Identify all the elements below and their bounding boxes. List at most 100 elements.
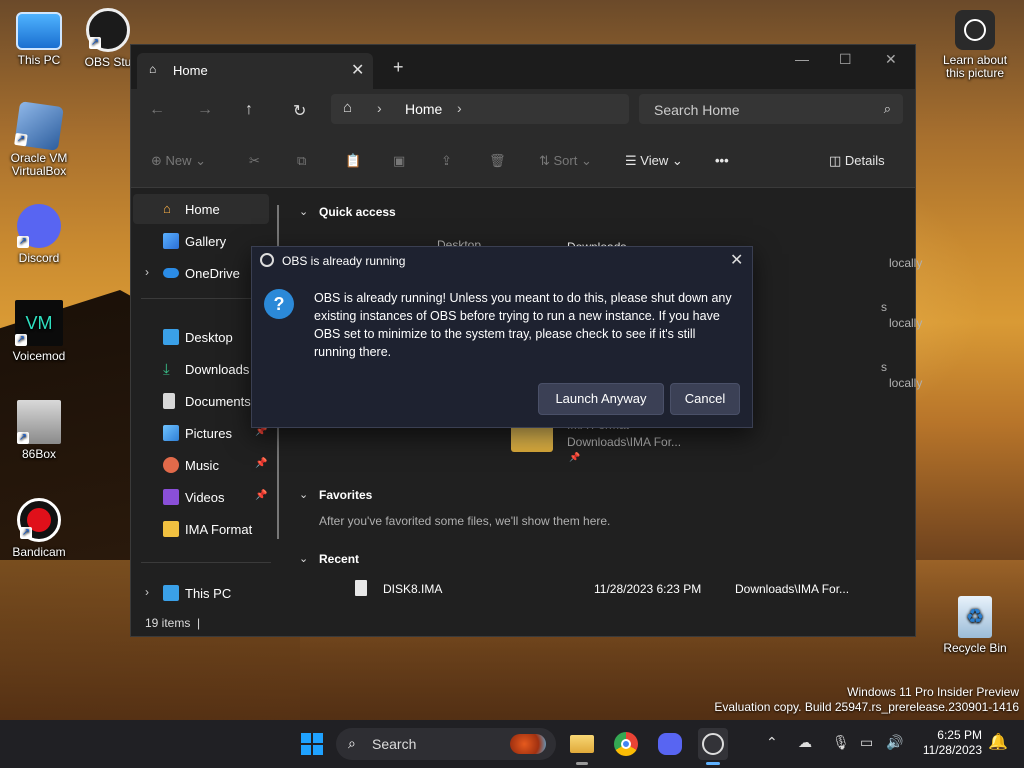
virtualbox-icon: ↗	[14, 101, 64, 151]
rename-icon[interactable]: ▣	[393, 153, 405, 169]
file-explorer-taskbar-icon[interactable]	[568, 730, 596, 765]
more-options-button[interactable]: •••	[715, 153, 729, 168]
obs-taskbar-icon[interactable]	[698, 728, 728, 765]
storage-status: locally	[889, 376, 923, 390]
shortcut-arrow-icon: ↗	[14, 132, 28, 147]
tab-home[interactable]: ⌂ Home ✕	[137, 53, 373, 89]
sidebar-item-music[interactable]: Music 📌	[133, 450, 269, 480]
show-hidden-icons-chevron-up-icon[interactable]: ⌃	[766, 734, 778, 751]
copy-icon[interactable]: ⧉	[297, 153, 306, 169]
start-button[interactable]	[298, 730, 326, 758]
onedrive-cloud-icon	[163, 268, 179, 278]
table-row[interactable]: DISK8.IMA 11/28/2023 6:23 PM Downloads\I…	[347, 578, 907, 604]
sidebar-item-pictures[interactable]: Pictures 📌	[133, 418, 269, 448]
up-icon[interactable]: ↑	[245, 101, 253, 119]
sort-button[interactable]: ⇅ Sort ⌄	[539, 153, 592, 169]
download-arrow-icon: ⤓	[163, 361, 170, 378]
pin-icon: 📌	[255, 490, 268, 501]
pictures-icon	[163, 425, 179, 441]
section-favorites[interactable]: ⌄ Favorites	[299, 488, 372, 502]
address-bar: ← → ↑ ↻ ⌂ › Home › Search Home ⌕	[131, 89, 915, 137]
sidebar-divider	[141, 562, 271, 563]
clock[interactable]: 6:25 PM 11/28/2023	[912, 728, 982, 758]
desktop-icon-86box[interactable]: ↗ 86Box	[1, 400, 77, 461]
shortcut-arrow-icon: ↗	[17, 432, 29, 444]
chevron-down-icon: ⌄	[299, 489, 309, 501]
details-button[interactable]: ◫ Details	[829, 153, 885, 169]
launch-anyway-button[interactable]: Launch Anyway	[538, 383, 664, 415]
discord-taskbar-icon[interactable]	[656, 730, 684, 758]
obs-icon	[702, 733, 724, 755]
desktop-icon-recycle-bin[interactable]: ♻ Recycle Bin	[936, 596, 1014, 655]
view-button[interactable]: ☰ View ⌄	[625, 153, 683, 169]
sidebar-item-downloads[interactable]: ⤓ Downloads	[133, 354, 269, 384]
new-tab-icon[interactable]: +	[393, 57, 404, 78]
desktop-icon-this-pc[interactable]: This PC	[1, 10, 77, 67]
running-indicator	[576, 762, 588, 765]
sidebar-item-desktop[interactable]: Desktop	[133, 322, 269, 352]
minimize-icon[interactable]: —	[795, 51, 809, 67]
search-input[interactable]: Search Home ⌕	[639, 94, 903, 124]
dialog-message: OBS is already running! Unless you meant…	[314, 291, 732, 359]
storage-status: locally	[889, 256, 923, 270]
desktop-icon-obs[interactable]: ↗ OBS Stu	[78, 8, 138, 69]
close-tab-icon[interactable]: ✕	[351, 60, 364, 80]
monitor-icon	[16, 12, 62, 50]
86box-icon: ↗	[17, 400, 61, 444]
microphone-icon[interactable]: 🎙	[832, 734, 850, 751]
cancel-button[interactable]: Cancel	[670, 383, 740, 415]
network-icon[interactable]: ▭	[860, 734, 873, 751]
section-recent[interactable]: ⌄ Recent	[299, 552, 359, 566]
cut-icon[interactable]: ✂	[249, 153, 260, 169]
desktop-icon-virtualbox[interactable]: ↗ Oracle VM VirtualBox	[1, 101, 77, 178]
sidebar-item-this-pc[interactable]: › This PC	[133, 578, 269, 608]
refresh-icon[interactable]: ↻	[293, 101, 306, 121]
pin-icon: 📌	[255, 458, 268, 469]
sidebar-item-onedrive[interactable]: › OneDrive	[133, 258, 269, 288]
sidebar-item-gallery[interactable]: Gallery	[133, 226, 269, 256]
desktop-icon-discord[interactable]: ↗ Discord	[1, 204, 77, 265]
shortcut-arrow-icon: ↗	[15, 334, 27, 346]
notification-bell-icon[interactable]: 🔔	[988, 732, 1008, 752]
new-button[interactable]: ⊕ New ⌄	[151, 153, 206, 169]
document-icon	[163, 393, 175, 409]
home-icon: ⌂	[149, 62, 157, 76]
desktop-icon-learn-picture[interactable]: Learn about this picture	[936, 10, 1014, 80]
desktop-icon-bandicam[interactable]: ↗ Bandicam	[1, 498, 77, 559]
gallery-icon	[163, 233, 179, 249]
sidebar-item-ima-format[interactable]: IMA Format	[133, 514, 269, 544]
chevron-right-icon[interactable]: ›	[145, 265, 149, 279]
evaluation-watermark: Windows 11 Pro Insider Preview Evaluatio…	[714, 685, 1019, 714]
chevron-right-icon: ›	[377, 100, 382, 116]
sidebar-item-videos[interactable]: Videos 📌	[133, 482, 269, 512]
forward-icon[interactable]: →	[197, 101, 213, 119]
home-icon: ⌂	[163, 201, 171, 216]
discord-icon	[658, 733, 682, 755]
chrome-taskbar-icon[interactable]	[612, 730, 640, 758]
chevron-right-icon[interactable]: ›	[145, 585, 149, 599]
sidebar-item-documents[interactable]: Documents	[133, 386, 269, 416]
section-quick-access[interactable]: ⌄ Quick access	[299, 205, 396, 219]
back-icon[interactable]: ←	[149, 101, 165, 119]
volume-icon[interactable]: 🔊	[886, 734, 903, 751]
taskbar-search[interactable]: ⌕ Search	[336, 728, 556, 760]
delete-icon[interactable]: 🗑	[489, 153, 506, 169]
file-icon	[355, 580, 367, 596]
sidebar-item-home[interactable]: ⌂ Home	[133, 194, 269, 224]
quick-access-item-partial: s	[881, 300, 887, 314]
close-window-icon[interactable]: ✕	[885, 51, 897, 68]
share-icon[interactable]: ⇪	[441, 153, 452, 169]
chevron-down-icon: ⌄	[299, 206, 309, 218]
discord-icon: ↗	[17, 204, 61, 248]
onedrive-cloud-off-icon[interactable]: ☁	[798, 734, 812, 751]
maximize-icon[interactable]: ☐	[839, 51, 852, 68]
storage-status: locally	[889, 316, 923, 330]
breadcrumb[interactable]: ⌂ › Home ›	[331, 94, 629, 124]
desktop-icon-voicemod[interactable]: VM ↗ Voicemod	[1, 300, 77, 363]
chrome-icon	[614, 732, 638, 756]
chevron-right-icon[interactable]: ›	[457, 100, 462, 116]
obs-icon: ↗	[86, 8, 130, 52]
folder-icon	[570, 735, 594, 753]
close-icon[interactable]: ✕	[730, 250, 743, 270]
paste-icon[interactable]: 📋	[345, 153, 361, 169]
